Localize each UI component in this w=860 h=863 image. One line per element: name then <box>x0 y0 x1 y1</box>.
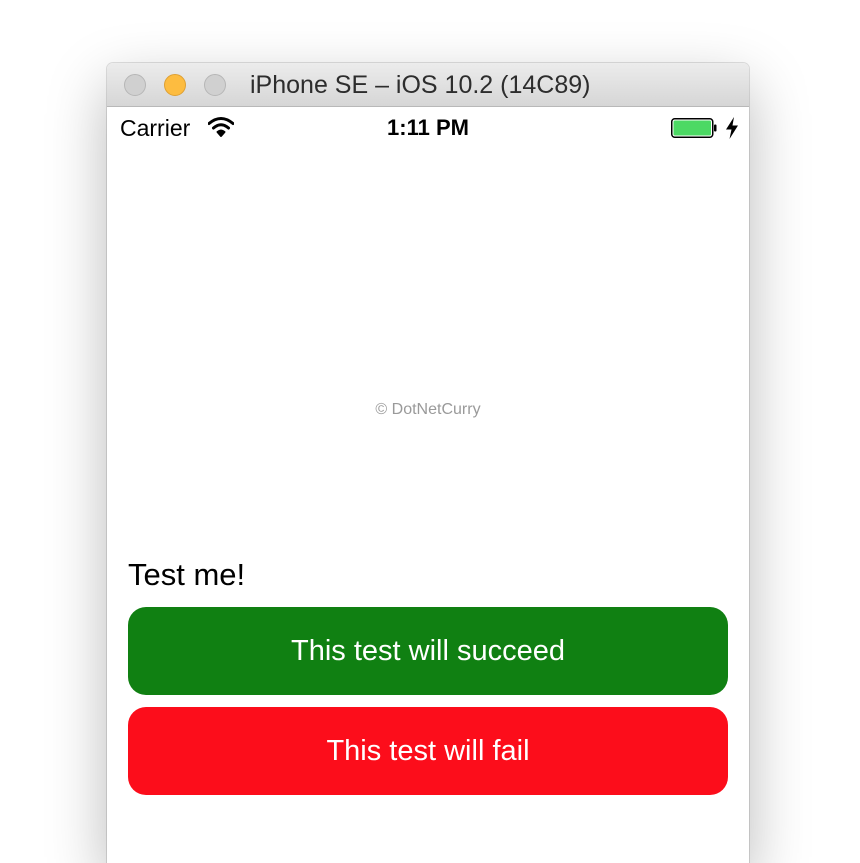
window-title: iPhone SE – iOS 10.2 (14C89) <box>250 71 591 99</box>
succeed-button[interactable]: This test will succeed <box>128 607 728 695</box>
test-label: Test me! <box>128 557 246 592</box>
battery-icon <box>671 118 717 138</box>
simulator-window: iPhone SE – iOS 10.2 (14C89) Carrier 1:1… <box>107 63 749 863</box>
zoom-window-button[interactable] <box>204 74 226 96</box>
close-window-button[interactable] <box>124 74 146 96</box>
status-bar: Carrier 1:11 PM <box>107 107 749 149</box>
minimize-window-button[interactable] <box>164 74 186 96</box>
device-screen: Carrier 1:11 PM © DotNetCurry Test me! T… <box>107 107 749 863</box>
bolt-icon <box>726 117 738 139</box>
fail-button[interactable]: This test will fail <box>128 707 728 795</box>
watermark: © DotNetCurry <box>375 401 481 418</box>
title-bar: iPhone SE – iOS 10.2 (14C89) <box>107 63 749 107</box>
clock-time: 1:11 PM <box>387 115 469 140</box>
